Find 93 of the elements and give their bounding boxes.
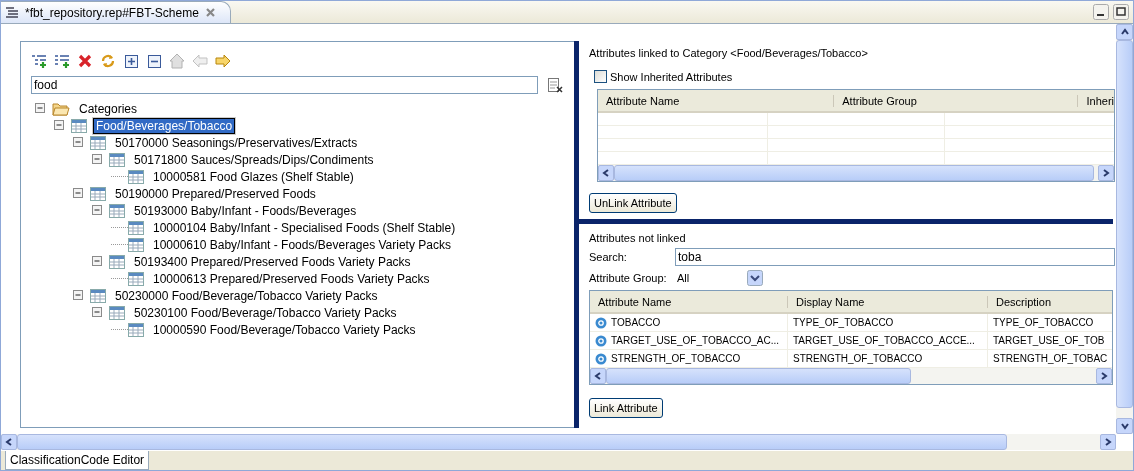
minimize-icon[interactable] [1093,4,1109,20]
horizontal-scrollbar[interactable] [590,368,1112,384]
scroll-up-icon[interactable] [1120,28,1129,36]
scroll-left-icon[interactable] [5,438,13,446]
scroll-down-icon[interactable] [1120,422,1129,430]
table-cell: TARGET_USE_OF_TOBACCO_AC... [611,335,779,346]
close-icon[interactable] [204,7,216,18]
folder-icon [52,101,70,116]
tree-item[interactable]: 50190000 Prepared/Preserved Foods [112,185,319,202]
tree-item[interactable]: 10000610 Baby/Infant - Foods/Beverages Variety Packs [150,236,454,253]
section-title: Attributes not linked [589,232,686,244]
table-icon [71,118,87,133]
checkbox[interactable] [594,70,607,83]
horizontal-scrollbar[interactable] [1,434,1116,450]
scroll-left-icon[interactable] [594,372,602,380]
scroll-right-icon[interactable] [1100,372,1108,380]
clear-filter-icon[interactable] [547,77,563,93]
search-field[interactable]: toba [675,248,1115,266]
tree-item[interactable]: 10000613 Prepared/Preserved Foods Variety Packs [150,270,433,287]
table-icon [109,305,125,320]
table-icon [109,203,125,218]
table-icon [128,322,144,337]
expand-icon[interactable] [123,53,139,69]
field-label: Attribute Group: [589,272,668,284]
refresh-icon[interactable] [100,53,116,69]
section-title: Attributes linked to Category <Food/Beverages/Tobacco> [589,47,868,59]
table-cell: TARGET_USE_OF_TOB [993,335,1105,346]
table-icon [128,237,144,252]
tree-item[interactable]: 50193000 Baby/Infant - Foods/Beverages [131,202,360,219]
collapse-toggle[interactable] [92,256,103,267]
attribute-group-dropdown[interactable]: All [675,270,763,286]
checkbox-label: Show Inherited Attributes [610,70,733,83]
column-header[interactable]: Attribute Group [834,94,1079,107]
column-header[interactable]: Attribute Name [598,94,835,107]
tree-item[interactable]: Food/Beverages/Tobacco [93,117,236,134]
table-icon [90,288,106,303]
editor-tab[interactable]: *fbt_repository.rep#FBT-Scheme [1,1,231,23]
tree-item[interactable]: 50171800 Sauces/Spreads/Dips/Condiments [131,151,377,168]
field-label: Search: [589,251,628,263]
vertical-scrollbar[interactable] [1116,24,1133,434]
tree-item[interactable]: 10000590 Food/Beverage/Tobacco Variety Packs [150,321,419,338]
unlink-attribute-button[interactable]: UnLink Attribute [589,193,677,213]
collapse-toggle[interactable] [92,307,103,318]
link-attribute-button[interactable]: Link Attribute [589,398,663,418]
collapse-toggle[interactable] [54,120,65,131]
collapse-toggle[interactable] [92,154,103,165]
menu-icon [5,6,19,19]
attribute-icon [595,352,607,365]
collapse-toggle[interactable] [92,205,103,216]
table-cell: TYPE_OF_TOBACCO [793,317,894,328]
column-header[interactable]: Display Name [788,295,988,308]
table-cell: TOBACCO [611,317,661,328]
collapse-toggle[interactable] [73,137,84,148]
table-icon [128,271,144,286]
delete-icon[interactable] [77,53,93,69]
collapse-toggle[interactable] [73,188,84,199]
scroll-right-icon[interactable] [1104,438,1112,446]
table-icon [128,169,144,184]
tab-title: *fbt_repository.rep#FBT-Scheme [25,5,199,20]
table-icon [128,220,144,235]
add-sibling-icon[interactable] [54,53,70,69]
tree-item[interactable]: 10000104 Baby/Infant - Specialised Foods (Shelf Stable) [150,219,459,236]
table-cell: STRENGTH_OF_TOBAC [993,353,1108,364]
table-cell: STRENGTH_OF_TOBACCO [793,353,923,364]
collapse-toggle[interactable] [35,103,46,114]
table-icon [109,254,125,269]
table-icon [109,152,125,167]
horizontal-scrollbar[interactable] [598,165,1114,181]
forward-icon[interactable] [215,53,231,69]
tree-item[interactable]: 50193400 Prepared/Preserved Foods Variety Packs [131,253,414,270]
collapse-icon[interactable] [146,53,162,69]
tree-item[interactable]: Categories [76,100,141,117]
tree-item[interactable]: 50170000 Seasonings/Preservatives/Extracts [112,134,361,151]
attribute-icon [595,316,607,329]
column-header[interactable]: Inheri [1078,94,1114,107]
scroll-left-icon[interactable] [602,169,610,177]
editor-tab[interactable]: ClassificationCode Editor [5,451,150,470]
add-child-icon[interactable] [31,53,47,69]
table-cell: TARGET_USE_OF_TOBACCO_ACCE... [793,335,975,346]
filter-field[interactable]: food [31,76,538,94]
attribute-icon [595,334,607,347]
table-cell: TYPE_OF_TOBACCO [993,317,1094,328]
maximize-icon[interactable] [1113,4,1129,20]
collapse-toggle[interactable] [73,290,84,301]
column-header[interactable]: Description [988,295,1110,308]
column-header[interactable]: Attribute Name [590,295,788,308]
tree-item[interactable]: 50230100 Food/Beverage/Tobacco Variety Packs [131,304,400,321]
scroll-right-icon[interactable] [1102,169,1110,177]
table-icon [90,186,106,201]
tree-item[interactable]: 10000581 Food Glazes (Shelf Stable) [150,168,357,185]
tree-item[interactable]: 50230000 Food/Beverage/Tobacco Variety Packs [112,287,381,304]
table-icon [90,135,106,150]
table-cell: STRENGTH_OF_TOBACCO [611,353,741,364]
